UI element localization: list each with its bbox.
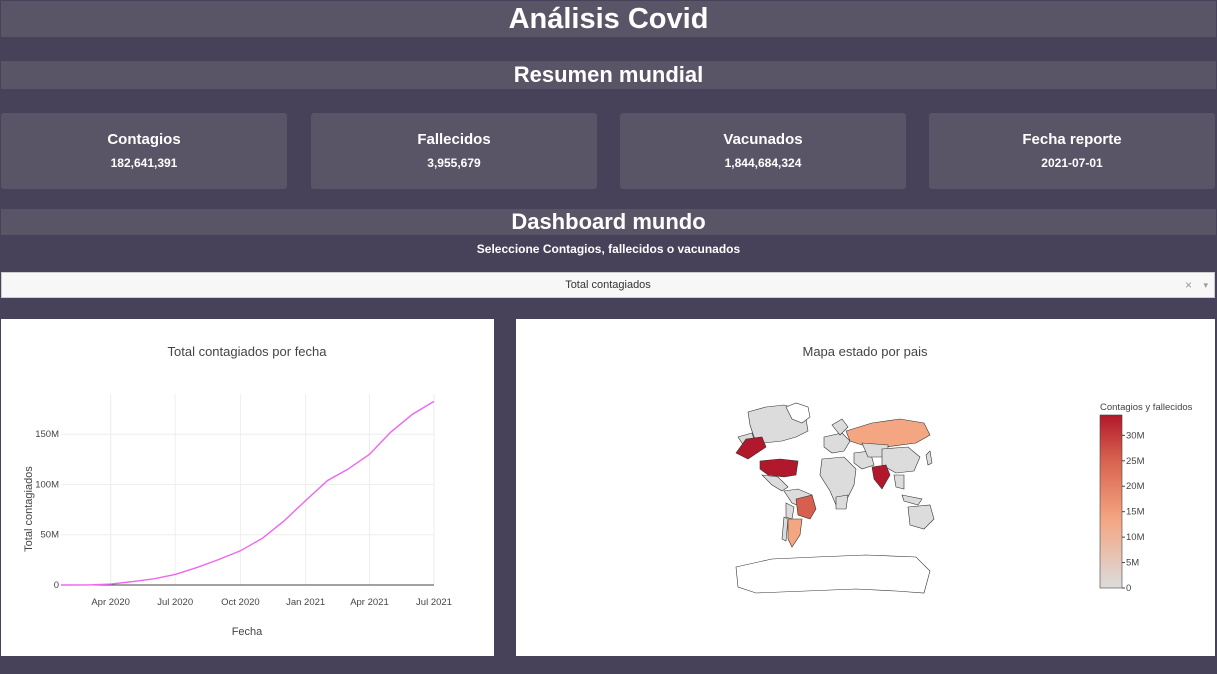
country-south-africa[interactable]: [835, 494, 849, 510]
x-tick-label: Apr 2021: [350, 597, 389, 608]
colorbar-title: Contagios y fallecidos: [1100, 402, 1193, 413]
choropleth-map[interactable]: Mapa estado por pais Contagios y falleci…: [516, 319, 1215, 656]
x-tick-label: Oct 2020: [221, 597, 260, 608]
line-chart-title: Total contagiados por fecha: [168, 344, 328, 359]
card-value: 2021-07-01: [1041, 156, 1103, 170]
series-line: [60, 400, 435, 586]
card-label: Fecha reporte: [1022, 131, 1122, 148]
dropdown-selected-value: Total contagiados: [565, 279, 651, 291]
metric-dropdown[interactable]: Total contagiados × ▾: [1, 272, 1215, 298]
select-prompt: Seleccione Contagios, fallecidos o vacun…: [476, 242, 741, 256]
colorbar-tick-label: 10M: [1126, 532, 1145, 543]
y-axis-title: Total contagiados: [23, 466, 35, 552]
card-contagios: Contagios 182,641,391: [1, 113, 287, 189]
x-tick-label: Jan 2021: [286, 597, 325, 608]
card-label: Vacunados: [723, 131, 803, 148]
country-brazil[interactable]: [795, 494, 817, 520]
x-tick-label: Jul 2020: [157, 597, 193, 608]
line-chart[interactable]: Total contagiados por fecha Apr 2020 Jul …: [1, 319, 494, 656]
card-value: 3,955,679: [427, 156, 481, 170]
country-australia[interactable]: [907, 504, 935, 530]
country-russia[interactable]: [845, 418, 931, 448]
y-tick-label: 150M: [35, 429, 59, 440]
colorbar-tick-label: 0: [1126, 583, 1131, 594]
colorbar-tick-label: 15M: [1126, 507, 1145, 518]
y-tick-label: 0: [54, 580, 59, 591]
y-tick-label: 50M: [41, 530, 60, 541]
country-indonesia[interactable]: [901, 494, 923, 506]
dashboard-title: Dashboard mundo: [1, 209, 1216, 235]
colorbar-tick-label: 30M: [1126, 430, 1145, 441]
colorbar: [1099, 414, 1123, 589]
card-value: 182,641,391: [110, 156, 178, 170]
card-label: Fallecidos: [417, 131, 491, 148]
card-value: 1,844,684,324: [724, 156, 802, 170]
country-chile[interactable]: [781, 516, 789, 542]
country-europe[interactable]: [823, 432, 851, 454]
country-peru[interactable]: [785, 502, 795, 520]
clear-icon[interactable]: ×: [1185, 273, 1192, 297]
country-argentina[interactable]: [787, 518, 803, 548]
card-vacunados: Vacunados 1,844,684,324: [620, 113, 906, 189]
country-scandinavia[interactable]: [831, 418, 849, 436]
chevron-down-icon[interactable]: ▾: [1203, 273, 1208, 297]
card-fallecidos: Fallecidos 3,955,679: [311, 113, 597, 189]
x-tick-label: Apr 2020: [91, 597, 130, 608]
card-fecha-reporte: Fecha reporte 2021-07-01: [929, 113, 1215, 189]
colorbar-tick-label: 20M: [1126, 481, 1145, 492]
map-chart-title: Mapa estado por pais: [802, 344, 928, 359]
world-map[interactable]: [735, 402, 935, 594]
country-japan[interactable]: [925, 450, 933, 466]
y-tick-label: 100M: [35, 479, 59, 490]
antarctica: [735, 554, 931, 594]
country-usa[interactable]: [759, 458, 799, 478]
card-label: Contagios: [107, 131, 181, 148]
colorbar-tick-label: 25M: [1126, 456, 1145, 467]
line-chart-panel: Total contagiados por fecha Apr 2020 Jul …: [1, 319, 494, 656]
country-india[interactable]: [871, 464, 891, 490]
map-chart-panel: Mapa estado por pais Contagios y falleci…: [516, 319, 1215, 656]
country-se-asia[interactable]: [893, 474, 905, 490]
x-tick-label: Jul 2021: [416, 597, 452, 608]
country-mexico[interactable]: [761, 474, 789, 492]
summary-title: Resumen mundial: [1, 61, 1216, 89]
app-title: Análisis Covid: [1, 1, 1216, 37]
colorbar-tick-label: 5M: [1126, 558, 1139, 569]
x-axis-title: Fecha: [232, 626, 263, 638]
